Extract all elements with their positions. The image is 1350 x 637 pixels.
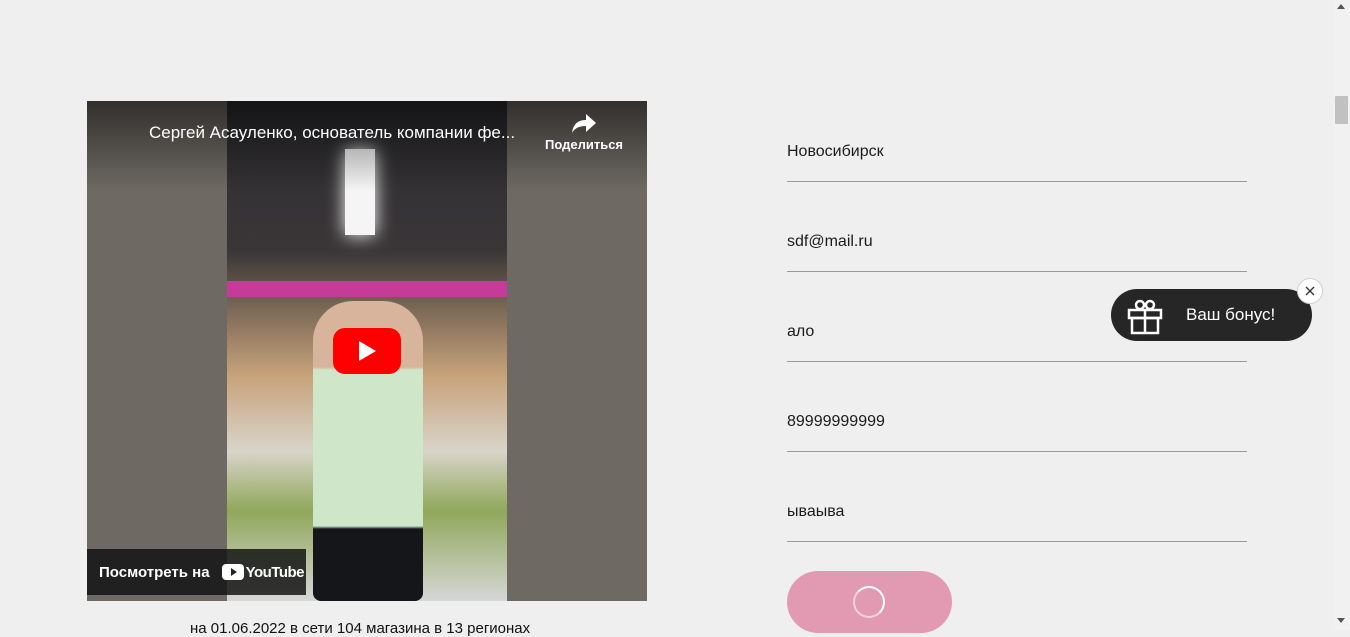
share-icon bbox=[572, 114, 596, 133]
scroll-up-arrow-icon[interactable] bbox=[1337, 4, 1345, 9]
stores-caption: на 01.06.2022 в сети 104 магазина в 13 р… bbox=[190, 620, 531, 637]
share-label: Поделиться bbox=[544, 137, 624, 152]
page-scrollbar[interactable] bbox=[1333, 0, 1350, 630]
scroll-thumb[interactable] bbox=[1335, 96, 1348, 124]
city-field[interactable]: Новосибирск bbox=[787, 143, 1247, 182]
comment-field[interactable]: ываыва bbox=[787, 503, 1247, 542]
share-button[interactable]: Поделиться bbox=[539, 113, 629, 152]
youtube-video-embed[interactable]: Сергей Асауленко, основатель компании фе… bbox=[87, 101, 647, 601]
watch-on-youtube-button[interactable]: Посмотреть на YouTube bbox=[87, 549, 306, 595]
name-field-value: ало bbox=[787, 323, 815, 340]
submit-button[interactable] bbox=[787, 571, 952, 633]
bonus-close-button[interactable] bbox=[1297, 278, 1323, 304]
bonus-label: Ваш бонус! bbox=[1186, 305, 1276, 324]
city-field-value: Новосибирск bbox=[787, 143, 884, 160]
youtube-icon bbox=[221, 564, 244, 580]
scroll-down-arrow-icon[interactable] bbox=[1337, 618, 1345, 623]
bonus-button[interactable]: Ваш бонус! bbox=[1111, 289, 1312, 341]
comment-field-value: ываыва bbox=[787, 503, 845, 520]
gift-icon bbox=[1127, 299, 1163, 335]
play-icon bbox=[359, 341, 376, 361]
play-button[interactable] bbox=[333, 328, 401, 374]
email-field[interactable]: sdf@mail.ru bbox=[787, 233, 1247, 272]
youtube-wordmark: YouTube bbox=[245, 563, 305, 581]
email-field-value: sdf@mail.ru bbox=[787, 233, 873, 250]
watch-on-label: Посмотреть на bbox=[99, 563, 210, 581]
loading-spinner-icon bbox=[853, 586, 885, 618]
phone-field-value: 89999999999 bbox=[787, 413, 885, 430]
close-icon bbox=[1305, 286, 1315, 296]
youtube-logo: YouTube bbox=[221, 563, 305, 581]
phone-field[interactable]: 89999999999 bbox=[787, 413, 1247, 452]
video-title[interactable]: Сергей Асауленко, основатель компании фе… bbox=[149, 123, 544, 143]
